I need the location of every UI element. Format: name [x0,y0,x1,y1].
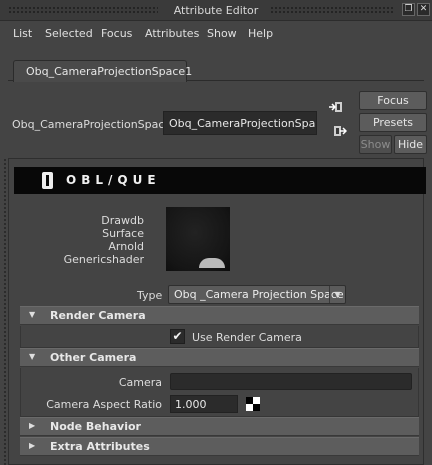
output-connections-icon[interactable] [333,124,347,138]
collapse-triangle-icon[interactable]: ▼ [29,352,35,361]
map-texture-icon[interactable] [246,397,260,411]
section-extra-attributes[interactable]: ▶ Extra Attributes [20,437,419,456]
swatch-label: Arnold [108,240,144,253]
use-render-camera-checkbox[interactable]: ✔ [170,329,185,344]
type-dropdown-value: Obq _Camera Projection Space [174,288,344,301]
section-label: Render Camera [50,309,146,322]
menu-focus[interactable]: Focus [101,27,132,40]
menu-attributes[interactable]: Attributes [145,27,199,40]
menu-bar: List Selected Focus Attributes Show Help [0,21,432,45]
section-other-camera[interactable]: ▼ Other Camera [20,348,419,367]
camera-label: Camera [118,376,162,389]
swatch-label: Drawdb [101,214,144,227]
menu-help[interactable]: Help [248,27,273,40]
node-name-field[interactable]: Obq_CameraProjectionSpace1 [163,111,317,135]
aspect-ratio-field[interactable]: 1.000 [170,395,238,413]
collapse-triangle-icon[interactable]: ▼ [29,310,35,319]
show-button[interactable]: Show [359,135,392,154]
oblique-banner: OBL/QUE [14,167,426,194]
title-grip-right[interactable] [270,6,395,14]
section-label: Node Behavior [50,420,141,433]
type-dropdown[interactable]: Obq _Camera Projection Space ▼ [168,285,346,304]
input-connections-icon[interactable] [329,100,343,114]
menu-list[interactable]: List [13,27,32,40]
expand-triangle-icon[interactable]: ▶ [29,421,35,430]
section-render-camera[interactable]: ▼ Render Camera [20,306,419,325]
section-label: Extra Attributes [50,440,150,453]
swatch-classification: Drawdb Surface Arnold Genericshader [64,214,144,266]
oblique-logo-icon [42,172,53,189]
oblique-brand-text: OBL/QUE [66,173,161,187]
swatch-label: Surface [102,227,144,240]
panel-resize-grip[interactable] [3,158,7,465]
presets-button[interactable]: Presets [359,113,427,132]
node-name-label: Obq_CameraProjectionSpace: [12,118,175,131]
tab-strip: Obq_CameraProjectionSpace1 [8,55,424,82]
hide-button[interactable]: Hide [394,135,427,154]
camera-field[interactable] [170,373,412,390]
menu-show[interactable]: Show [207,27,237,40]
restore-window-icon[interactable]: ❐ [402,3,415,16]
section-node-behavior[interactable]: ▶ Node Behavior [20,417,419,436]
chevron-down-icon[interactable]: ▼ [329,286,345,303]
focus-button[interactable]: Focus [359,91,427,110]
title-bar: Attribute Editor ❐ ✕ [0,0,432,21]
type-label: Type [137,289,163,302]
close-window-icon[interactable]: ✕ [417,3,430,16]
aspect-ratio-label: Camera Aspect Ratio [46,398,162,411]
tab-node[interactable]: Obq_CameraProjectionSpace1 [13,60,192,82]
section-label: Other Camera [50,351,137,364]
menu-selected[interactable]: Selected [45,27,93,40]
use-render-camera-label: Use Render Camera [192,331,302,344]
shader-swatch[interactable] [166,207,230,271]
swatch-label: Genericshader [63,253,144,266]
expand-triangle-icon[interactable]: ▶ [29,441,35,450]
